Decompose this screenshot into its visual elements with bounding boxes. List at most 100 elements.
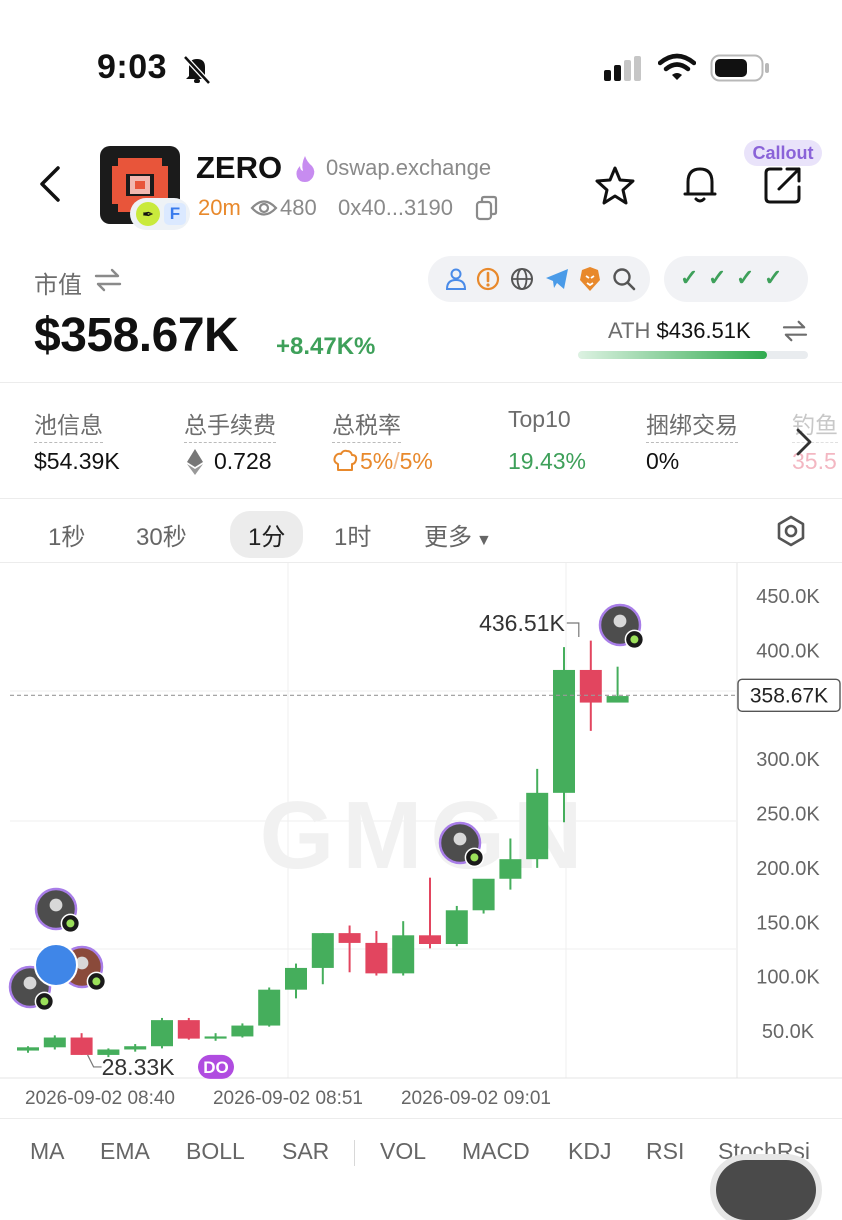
candle-body[interactable] — [43, 1037, 66, 1048]
chevron-right-icon[interactable] — [794, 426, 814, 458]
swap-icon[interactable] — [782, 320, 808, 342]
candle-body[interactable] — [579, 669, 602, 703]
indicator-macd[interactable]: MACD — [462, 1138, 530, 1165]
y-tick-label: 50.0K — [762, 1021, 815, 1043]
candle-body[interactable] — [17, 1047, 39, 1051]
share-icon[interactable] — [762, 164, 804, 206]
status-time: 9:03 — [97, 48, 168, 86]
candle-body[interactable] — [124, 1046, 147, 1050]
check-icon: ✓ — [680, 265, 699, 290]
floating-action-button[interactable] — [716, 1160, 816, 1220]
user-icon[interactable] — [444, 267, 468, 291]
view-count: 480 — [280, 195, 317, 220]
candle-body[interactable] — [526, 792, 549, 860]
flame-icon — [296, 156, 315, 182]
lion-icon[interactable] — [578, 266, 602, 292]
stat-top10-label[interactable]: Top10 — [508, 406, 571, 435]
candle-body[interactable] — [231, 1025, 254, 1037]
indicator-rsi[interactable]: RSI — [646, 1138, 684, 1165]
trader-badge-label: DO — [203, 1058, 229, 1077]
avatar-sub-dot — [92, 977, 101, 986]
globe-icon[interactable] — [510, 267, 534, 291]
ath-value: $436.51K — [656, 318, 751, 343]
back-icon[interactable] — [34, 164, 66, 204]
candle-body[interactable] — [258, 989, 281, 1026]
high-label: 436.51K — [479, 610, 565, 636]
signal-icon — [604, 56, 641, 81]
swap-icon[interactable] — [94, 268, 122, 292]
stat-pool-label[interactable]: 池信息 — [34, 406, 103, 443]
y-tick-label: 100.0K — [756, 967, 820, 989]
stat-tax-buy: 5% — [360, 448, 394, 474]
telegram-icon[interactable] — [544, 267, 570, 291]
x-tick-label: 2026-09-02 09:01 — [401, 1088, 551, 1109]
low-label: 28.33K — [102, 1054, 176, 1080]
avatar-sub-dot — [470, 853, 479, 862]
ath-progress-bar — [578, 351, 808, 359]
token-site[interactable]: 0swap.exchange — [326, 155, 491, 181]
copy-icon[interactable] — [474, 194, 500, 222]
y-tick-label: 150.0K — [756, 912, 820, 934]
tab-1s[interactable]: 1秒 — [48, 517, 85, 552]
candle-body[interactable] — [70, 1037, 93, 1055]
security-checks[interactable]: ✓ ✓ ✓ ✓ — [664, 256, 808, 302]
candle-body[interactable] — [338, 933, 361, 943]
indicator-sar[interactable]: SAR — [282, 1138, 329, 1165]
stat-bundle-label[interactable]: 捆绑交易 — [646, 406, 738, 443]
star-icon[interactable] — [594, 164, 636, 206]
token-title: ZERO — [196, 150, 283, 185]
flag-icon: F — [164, 203, 186, 225]
trader-avatar[interactable] — [34, 943, 78, 987]
candle-body[interactable] — [151, 1020, 173, 1047]
x-tick-label: 2026-09-02 08:51 — [213, 1088, 363, 1109]
tab-1m[interactable]: 1分 — [230, 511, 304, 558]
candle-body[interactable] — [553, 669, 575, 793]
indicator-vol[interactable]: VOL — [380, 1138, 426, 1165]
platform-badges: ✒ F — [130, 198, 190, 230]
callout-badge[interactable]: Callout — [744, 140, 822, 166]
tab-more-label: 更多 — [424, 524, 472, 551]
stat-tax-sell: 5% — [399, 448, 433, 474]
candle-body[interactable] — [204, 1036, 227, 1039]
candle-body[interactable] — [392, 935, 415, 974]
candle-body[interactable] — [499, 859, 522, 879]
candle-body[interactable] — [419, 935, 441, 944]
chart-settings-icon[interactable] — [774, 514, 808, 548]
market-cap-change: +8.47K% — [276, 333, 376, 360]
stat-fees-label[interactable]: 总手续费 — [184, 406, 276, 443]
ath-label: ATH — [608, 318, 651, 343]
chef-hat-icon — [333, 449, 358, 471]
indicator-ma[interactable]: MA — [30, 1138, 65, 1165]
indicator-kdj[interactable]: KDJ — [568, 1138, 611, 1165]
stat-tax-value: 5%/5% — [360, 448, 433, 475]
stat-tax-label[interactable]: 总税率 — [332, 406, 401, 443]
candlestick-chart[interactable]: GMGN450.0K400.0K350.0K300.0K250.0K200.0K… — [0, 563, 842, 1118]
candle-body[interactable] — [311, 933, 334, 968]
stat-fees-value: 0.728 — [214, 448, 272, 474]
search-icon[interactable] — [612, 267, 636, 291]
indicator-boll[interactable]: BOLL — [186, 1138, 245, 1165]
indicator-ema[interactable]: EMA — [100, 1138, 150, 1165]
bell-off-icon — [183, 55, 211, 85]
tab-1h[interactable]: 1时 — [334, 517, 371, 552]
tab-30s[interactable]: 30秒 — [136, 517, 187, 552]
bell-icon[interactable] — [680, 162, 720, 206]
caret-down-icon: ▼ — [476, 532, 492, 549]
candle-body[interactable] — [472, 878, 495, 911]
candle-body[interactable] — [445, 910, 468, 944]
token-age: 20m — [198, 195, 241, 220]
tab-more[interactable]: 更多 ▼ — [424, 517, 492, 552]
market-cap-value: $358.67K — [34, 309, 239, 362]
candle-body[interactable] — [365, 942, 388, 974]
check-icon: ✓ — [736, 265, 755, 290]
stat-pool-value: $54.39K — [34, 448, 120, 474]
avatar-head — [23, 976, 37, 990]
candle-body[interactable] — [606, 696, 629, 703]
candle-body[interactable] — [177, 1020, 200, 1039]
avatar-sub-dot — [40, 997, 49, 1006]
warning-icon[interactable] — [476, 267, 500, 291]
stat-bundle-value: 0% — [646, 448, 680, 474]
candle-body[interactable] — [285, 967, 307, 990]
ath-row: ATH $436.51K — [608, 318, 751, 344]
y-tick-label: 450.0K — [756, 586, 820, 608]
